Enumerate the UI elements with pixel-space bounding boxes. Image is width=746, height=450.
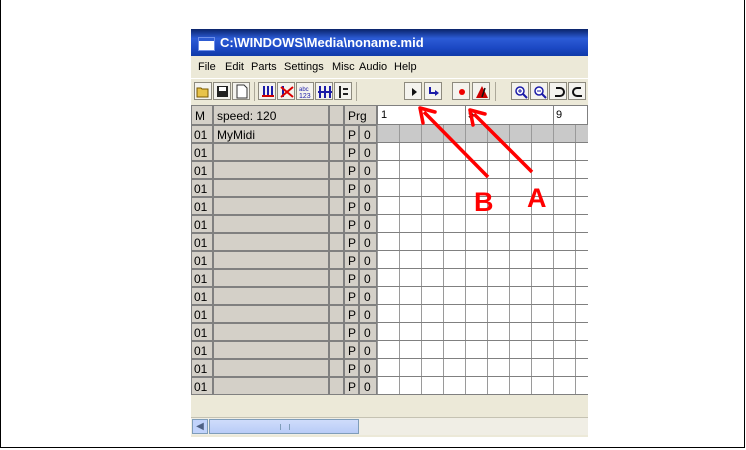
annotation-overlay: B A [418,106,547,217]
label-b: B [474,187,494,217]
label-a: A [527,183,547,213]
arrow-a [468,108,534,174]
